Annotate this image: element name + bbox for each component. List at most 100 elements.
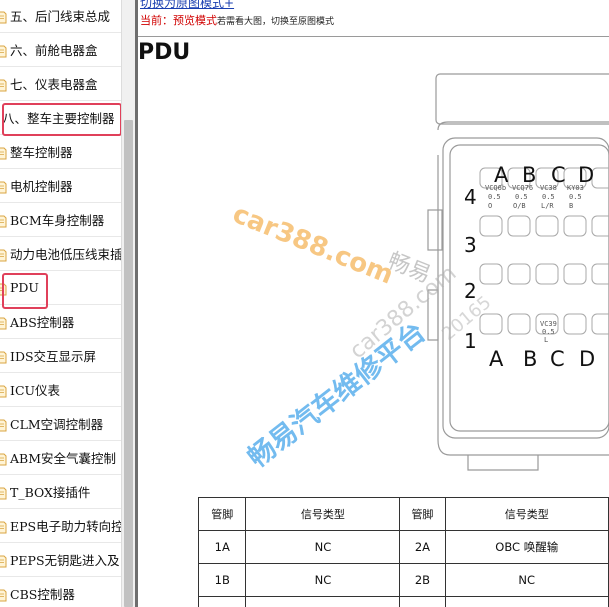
pin-cavity xyxy=(479,263,503,285)
wire-4b-size: 0.5 xyxy=(515,193,528,201)
column-label-bottom-d: D xyxy=(579,347,595,371)
column-label-bottom-b: B xyxy=(523,347,537,371)
folder-icon xyxy=(0,247,7,262)
wire-4b-code: VCQ76 xyxy=(512,184,533,192)
header-pin-1: 管脚 xyxy=(197,497,247,531)
wire-4b-color: O/B xyxy=(513,202,526,210)
pin-cavity xyxy=(507,263,531,285)
column-label-bottom-c: C xyxy=(550,347,565,371)
connector-side-latch xyxy=(427,209,443,251)
sidebar-item[interactable]: ICU仪表 xyxy=(0,373,121,407)
pin-cavity xyxy=(563,215,587,237)
row-label-3: 3 xyxy=(464,233,477,257)
sidebar-item[interactable]: 电机控制器 xyxy=(0,169,121,203)
table-cell xyxy=(444,596,609,607)
pin-cavity xyxy=(507,215,531,237)
sidebar-item[interactable]: BCM车身控制器 xyxy=(0,203,121,237)
folder-icon xyxy=(0,77,7,92)
sidebar-item-label: 八、整车主要控制器 xyxy=(2,111,115,126)
sidebar-item[interactable]: 整车控制器 xyxy=(0,135,121,169)
pin-cavity xyxy=(535,263,559,285)
pin-cavity xyxy=(591,313,609,335)
table-cell: 2B xyxy=(399,563,446,597)
wire-1c-size: 0.5 xyxy=(542,328,555,336)
sidebar-item[interactable]: PDU xyxy=(0,271,121,305)
wire-4a-code: VCQ6b xyxy=(485,184,506,192)
sidebar-item-label: BCM车身控制器 xyxy=(10,213,105,228)
sidebar-item[interactable]: 七、仪表电器盒 xyxy=(0,67,121,101)
folder-icon xyxy=(0,417,7,432)
mode-name: 预览模式 xyxy=(173,14,217,27)
table-cell: 2A xyxy=(399,530,446,564)
sidebar-item[interactable]: 动力电池低压线束插 xyxy=(0,237,121,271)
connector-bottom-tab xyxy=(467,455,539,471)
switch-original-mode-link[interactable]: 切换为原图模式+ xyxy=(140,0,234,11)
pin-cavity xyxy=(563,313,587,335)
sidebar-item[interactable]: EPS电子助力转向控 xyxy=(0,509,121,543)
sidebar-item[interactable]: 五、后门线束总成 xyxy=(0,0,121,33)
header-signal-2: 信号类型 xyxy=(444,497,609,531)
pin-cavity xyxy=(507,313,531,335)
header-signal-1: 信号类型 xyxy=(245,497,401,531)
scrollbar-thumb[interactable] xyxy=(124,120,133,607)
folder-icon xyxy=(0,315,7,330)
folder-icon xyxy=(0,485,7,500)
mode-prefix: 当前： xyxy=(140,14,173,27)
sidebar-item[interactable]: ABM安全气囊控制 xyxy=(0,441,121,475)
main-content: 切换为原图模式+ 当前：预览模式若需看大图，切换至原图模式 PDU A B C … xyxy=(138,0,609,607)
connector-top-housing xyxy=(435,73,609,125)
table-row xyxy=(197,596,609,607)
sidebar-scrollbar[interactable] xyxy=(121,0,135,607)
sidebar-item-label: 电机控制器 xyxy=(10,179,73,194)
pin-cavity xyxy=(535,215,559,237)
sidebar-item[interactable]: PEPS无钥匙进入及 xyxy=(0,543,121,577)
folder-icon xyxy=(0,43,7,58)
sidebar-item-label: PEPS无钥匙进入及 xyxy=(10,553,120,568)
sidebar-item-label: EPS电子助力转向控 xyxy=(10,519,121,534)
folder-icon xyxy=(0,9,7,24)
sidebar-item[interactable]: IDS交互显示屏 xyxy=(0,339,121,373)
wire-4a-size: 0.5 xyxy=(488,193,501,201)
sidebar-item-label: ICU仪表 xyxy=(10,383,61,398)
folder-icon xyxy=(0,383,7,398)
folder-icon xyxy=(0,349,7,364)
sidebar-item-label: CBS控制器 xyxy=(10,587,75,602)
table-cell: NC xyxy=(245,563,401,597)
pin-cavity xyxy=(591,167,609,189)
wire-1c-code: VC39 xyxy=(540,320,557,328)
row-label-4: 4 xyxy=(464,185,477,209)
wire-4a-color: O xyxy=(488,202,492,210)
table-cell: NC xyxy=(444,563,609,597)
sidebar-item-label: 七、仪表电器盒 xyxy=(10,77,98,92)
pin-cavity xyxy=(479,215,503,237)
sidebar-item-label: ABS控制器 xyxy=(10,315,75,330)
sidebar-item[interactable]: CBS控制器 xyxy=(0,577,121,607)
folder-icon xyxy=(0,519,7,534)
sidebar-item[interactable]: 八、整车主要控制器 xyxy=(0,101,121,135)
pin-cavity xyxy=(591,215,609,237)
folder-icon xyxy=(0,553,7,568)
sidebar-item-label: PDU xyxy=(10,280,39,295)
table-cell: OBC 唤醒输 xyxy=(444,530,609,564)
connector-top-edge xyxy=(437,121,609,131)
wire-4d-code: KY03 xyxy=(567,184,584,192)
folder-icon xyxy=(0,213,7,228)
sidebar-item[interactable]: 六、前舱电器盒 xyxy=(0,33,121,67)
pin-definition-table: 管脚 信号类型 管脚 信号类型 1A NC 2A OBC 唤醒输 1B NC 2… xyxy=(197,497,609,607)
table-cell xyxy=(245,596,401,607)
header-rule xyxy=(138,36,609,37)
wire-1c-color: L xyxy=(544,336,548,344)
table-cell: NC xyxy=(245,530,401,564)
sidebar-item[interactable]: ABS控制器 xyxy=(0,305,121,339)
sidebar-item[interactable]: CLM空调控制器 xyxy=(0,407,121,441)
table-cell xyxy=(197,596,247,607)
sidebar-item-label: 动力电池低压线束插 xyxy=(10,247,121,262)
table-row: 1B NC 2B NC xyxy=(197,563,609,597)
sidebar-item[interactable]: T_BOX接插件 xyxy=(0,475,121,509)
sidebar-item-label: IDS交互显示屏 xyxy=(10,349,97,364)
sidebar-item-label: 整车控制器 xyxy=(10,145,73,160)
table-cell: 1B xyxy=(197,563,247,597)
sidebar-item-label: T_BOX接插件 xyxy=(10,485,91,500)
mode-hint: 若需看大图，切换至原图模式 xyxy=(217,17,335,27)
wire-4d-size: 0.5 xyxy=(569,193,582,201)
